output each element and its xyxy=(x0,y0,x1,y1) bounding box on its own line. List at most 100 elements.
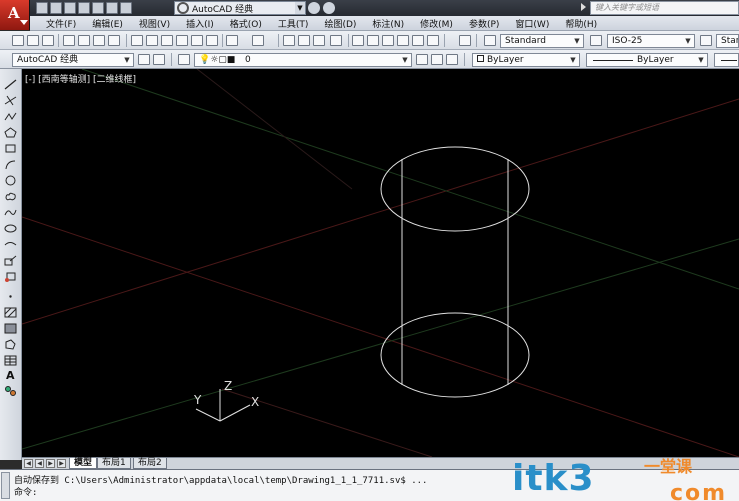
revision-cloud-icon[interactable] xyxy=(4,191,17,202)
next-tab-icon[interactable]: ▶ xyxy=(46,459,55,468)
application-menu-button[interactable]: A xyxy=(0,0,30,30)
redo-icon[interactable] xyxy=(120,2,132,14)
design-center-icon[interactable] xyxy=(367,35,379,46)
copy-icon[interactable] xyxy=(146,35,158,46)
menu-draw[interactable]: 绘图(D) xyxy=(316,17,364,30)
play-icon[interactable] xyxy=(581,3,586,11)
drawing-area[interactable]: Z X Y [-] [西南等轴测] [二维线框] xyxy=(22,69,739,457)
menu-modify[interactable]: 修改(M) xyxy=(412,17,461,30)
text-style-icon[interactable] xyxy=(484,35,496,46)
viewport-controls[interactable]: [-] [西南等轴测] [二维线框] xyxy=(25,72,136,85)
point-icon[interactable] xyxy=(4,291,17,302)
tool-palettes-icon[interactable] xyxy=(382,35,394,46)
menu-help[interactable]: 帮助(H) xyxy=(557,17,605,30)
tab-layout1[interactable]: 布局1 xyxy=(97,458,131,469)
command-input[interactable]: 命令: xyxy=(14,485,37,498)
menu-file[interactable]: 文件(F) xyxy=(38,17,84,30)
open-file-icon[interactable] xyxy=(50,2,62,14)
3d-print-icon[interactable] xyxy=(108,35,120,46)
multiline-text-icon[interactable]: A xyxy=(6,369,15,382)
polygon-icon[interactable] xyxy=(4,127,17,138)
save-icon[interactable] xyxy=(64,2,76,14)
ellipse-icon[interactable] xyxy=(4,223,17,234)
quickcalc-icon[interactable] xyxy=(427,35,439,46)
clock-icon[interactable] xyxy=(308,2,320,14)
layer-select[interactable]: 💡☼▢■ 0 ▼ xyxy=(194,53,412,67)
redo-icon[interactable] xyxy=(252,35,264,46)
search-input[interactable]: 键入关键字或短语 xyxy=(590,1,739,15)
circle-icon[interactable] xyxy=(4,175,17,186)
cut-icon[interactable] xyxy=(131,35,143,46)
save-as-icon[interactable] xyxy=(78,2,90,14)
arc-icon[interactable] xyxy=(4,159,17,170)
workspace-switcher[interactable]: AutoCAD 经典 ▼ xyxy=(174,1,306,15)
tab-model[interactable]: 模型 xyxy=(69,458,98,469)
match-properties-icon[interactable] xyxy=(191,35,203,46)
table-style-icon[interactable] xyxy=(700,35,712,46)
markup-icon[interactable] xyxy=(412,35,424,46)
ellipse-arc-icon[interactable] xyxy=(4,239,17,250)
menu-edit[interactable]: 编辑(E) xyxy=(84,17,131,30)
cylinder-top-ellipse[interactable] xyxy=(380,146,530,232)
table-style-select[interactable]: Stand xyxy=(716,34,739,48)
dim-style-select[interactable]: ISO-25 ▼ xyxy=(607,34,695,48)
customize-icon[interactable] xyxy=(153,54,165,65)
undo-icon[interactable] xyxy=(226,35,238,46)
chevron-down-icon[interactable] xyxy=(323,2,335,14)
help-icon[interactable] xyxy=(459,35,471,46)
color-select[interactable]: ByLayer ▼ xyxy=(472,53,580,67)
pan-icon[interactable] xyxy=(283,35,295,46)
print-icon[interactable] xyxy=(92,2,104,14)
chevron-down-icon[interactable]: ▼ xyxy=(295,2,305,14)
new-file-icon[interactable] xyxy=(12,35,24,46)
layer-state-icon[interactable] xyxy=(446,54,458,65)
print-preview-icon[interactable] xyxy=(78,35,90,46)
gradient-icon[interactable] xyxy=(4,323,17,334)
block-editor-icon[interactable] xyxy=(206,35,218,46)
lineweight-select[interactable] xyxy=(714,53,739,67)
sheet-set-icon[interactable] xyxy=(397,35,409,46)
region-icon[interactable] xyxy=(4,339,17,350)
save-icon[interactable] xyxy=(42,35,54,46)
open-file-icon[interactable] xyxy=(27,35,39,46)
add-selected-icon[interactable] xyxy=(4,385,17,396)
undo-icon[interactable] xyxy=(106,2,118,14)
first-tab-icon[interactable]: ◀ xyxy=(24,459,33,468)
paste-special-icon[interactable] xyxy=(176,35,188,46)
workspace-settings-icon[interactable] xyxy=(138,54,150,65)
zoom-window-icon[interactable] xyxy=(313,35,325,46)
polyline-icon[interactable] xyxy=(4,111,17,122)
paste-icon[interactable] xyxy=(161,35,173,46)
table-icon[interactable] xyxy=(4,355,17,366)
menu-parametric[interactable]: 参数(P) xyxy=(461,17,507,30)
layer-previous-icon[interactable] xyxy=(431,54,443,65)
dim-style-icon[interactable] xyxy=(590,35,602,46)
text-style-select[interactable]: Standard ▼ xyxy=(500,34,584,48)
menu-view[interactable]: 视图(V) xyxy=(131,17,178,30)
linetype-select[interactable]: ByLayer ▼ xyxy=(586,53,708,67)
spline-icon[interactable] xyxy=(4,207,17,218)
construction-line-icon[interactable] xyxy=(4,95,17,106)
hatch-icon[interactable] xyxy=(4,307,17,318)
workspace-select[interactable]: AutoCAD 经典 ▼ xyxy=(12,53,134,67)
command-scrollbar[interactable] xyxy=(1,472,10,499)
publish-icon[interactable] xyxy=(93,35,105,46)
insert-block-icon[interactable] xyxy=(4,255,17,266)
cylinder-bottom-ellipse[interactable] xyxy=(380,312,530,398)
menu-insert[interactable]: 插入(I) xyxy=(178,17,222,30)
zoom-realtime-icon[interactable] xyxy=(298,35,310,46)
rectangle-icon[interactable] xyxy=(4,143,17,154)
line-icon[interactable] xyxy=(4,79,17,90)
menu-dimension[interactable]: 标注(N) xyxy=(364,17,412,30)
new-file-icon[interactable] xyxy=(36,2,48,14)
layer-properties-icon[interactable] xyxy=(178,54,190,65)
make-block-icon[interactable] xyxy=(4,271,17,282)
menu-tools[interactable]: 工具(T) xyxy=(270,17,317,30)
print-icon[interactable] xyxy=(63,35,75,46)
properties-icon[interactable] xyxy=(352,35,364,46)
tab-layout2[interactable]: 布局2 xyxy=(133,458,167,469)
make-current-layer-icon[interactable] xyxy=(416,54,428,65)
menu-format[interactable]: 格式(O) xyxy=(222,17,270,30)
menu-window[interactable]: 窗口(W) xyxy=(507,17,557,30)
last-tab-icon[interactable]: ▶ xyxy=(57,459,66,468)
